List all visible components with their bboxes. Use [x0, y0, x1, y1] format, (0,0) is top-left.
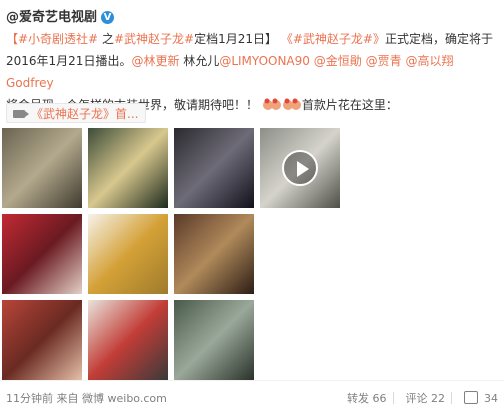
comment-button[interactable]: 评论 22: [406, 392, 446, 405]
video-icon: [13, 110, 29, 118]
post-source[interactable]: 微博 weibo.com: [82, 392, 167, 405]
thumbnail-image[interactable]: [2, 128, 82, 208]
text-segment: 定档1月21日】: [194, 32, 277, 46]
mention-link[interactable]: @LIMYOONA90: [219, 54, 310, 68]
mention-link[interactable]: @林更新: [131, 54, 179, 68]
thumbnail-image[interactable]: [88, 300, 168, 380]
thumbnail-image[interactable]: [260, 128, 340, 208]
text-segment: 正式定档，确定将于: [384, 32, 493, 46]
separator: [392, 392, 394, 404]
emoji-icon: [262, 98, 281, 110]
topic-tag-link[interactable]: 【#小奇剧透社#: [6, 32, 98, 46]
divider: [0, 380, 504, 381]
thumbnail-image[interactable]: [88, 214, 168, 294]
text-segment: 2016年1月21日播出。: [6, 54, 132, 68]
author-name[interactable]: @爱奇艺电视剧 V: [6, 6, 115, 25]
text-segment: 林允儿: [183, 54, 220, 68]
video-card-label: 《武神赵子龙》首...: [31, 107, 139, 121]
verified-icon: V: [101, 11, 115, 24]
post-meta: 11分钟前 来自 微博 weibo.com: [6, 390, 167, 406]
thumbnail-image[interactable]: [174, 300, 254, 380]
mention-link[interactable]: @金恒勛: [314, 54, 362, 68]
like-icon[interactable]: [464, 391, 478, 404]
author-link[interactable]: @爱奇艺电视剧: [6, 10, 97, 25]
thumbnail-image[interactable]: [174, 128, 254, 208]
like-count[interactable]: 34: [484, 392, 498, 405]
mention-link[interactable]: @贾青: [366, 54, 402, 68]
thumbnail-image[interactable]: [2, 214, 82, 294]
post-actions: 转发 66 评论 22 34: [341, 390, 498, 406]
topic-tag-link[interactable]: #武神赵子龙#: [114, 32, 194, 46]
topic-tag-link[interactable]: 《#武神赵子龙#》: [281, 32, 385, 46]
repost-button[interactable]: 转发 66: [347, 392, 387, 405]
text-segment: 首款片花在这里：: [301, 98, 398, 112]
video-link-card[interactable]: 《武神赵子龙》首...: [6, 103, 146, 123]
thumbnail-image[interactable]: [2, 300, 82, 380]
post-time[interactable]: 11分钟前: [6, 392, 53, 405]
post-footer: 11分钟前 来自 微博 weibo.com 转发 66 评论 22 34: [0, 382, 504, 412]
text-segment: 之: [101, 32, 114, 46]
thumbnail-image[interactable]: [88, 128, 168, 208]
separator: [451, 392, 452, 404]
from-label: 来自: [56, 392, 79, 405]
play-icon[interactable]: [282, 150, 318, 186]
emoji-icon: [282, 98, 301, 110]
thumbnail-image[interactable]: [174, 214, 254, 294]
